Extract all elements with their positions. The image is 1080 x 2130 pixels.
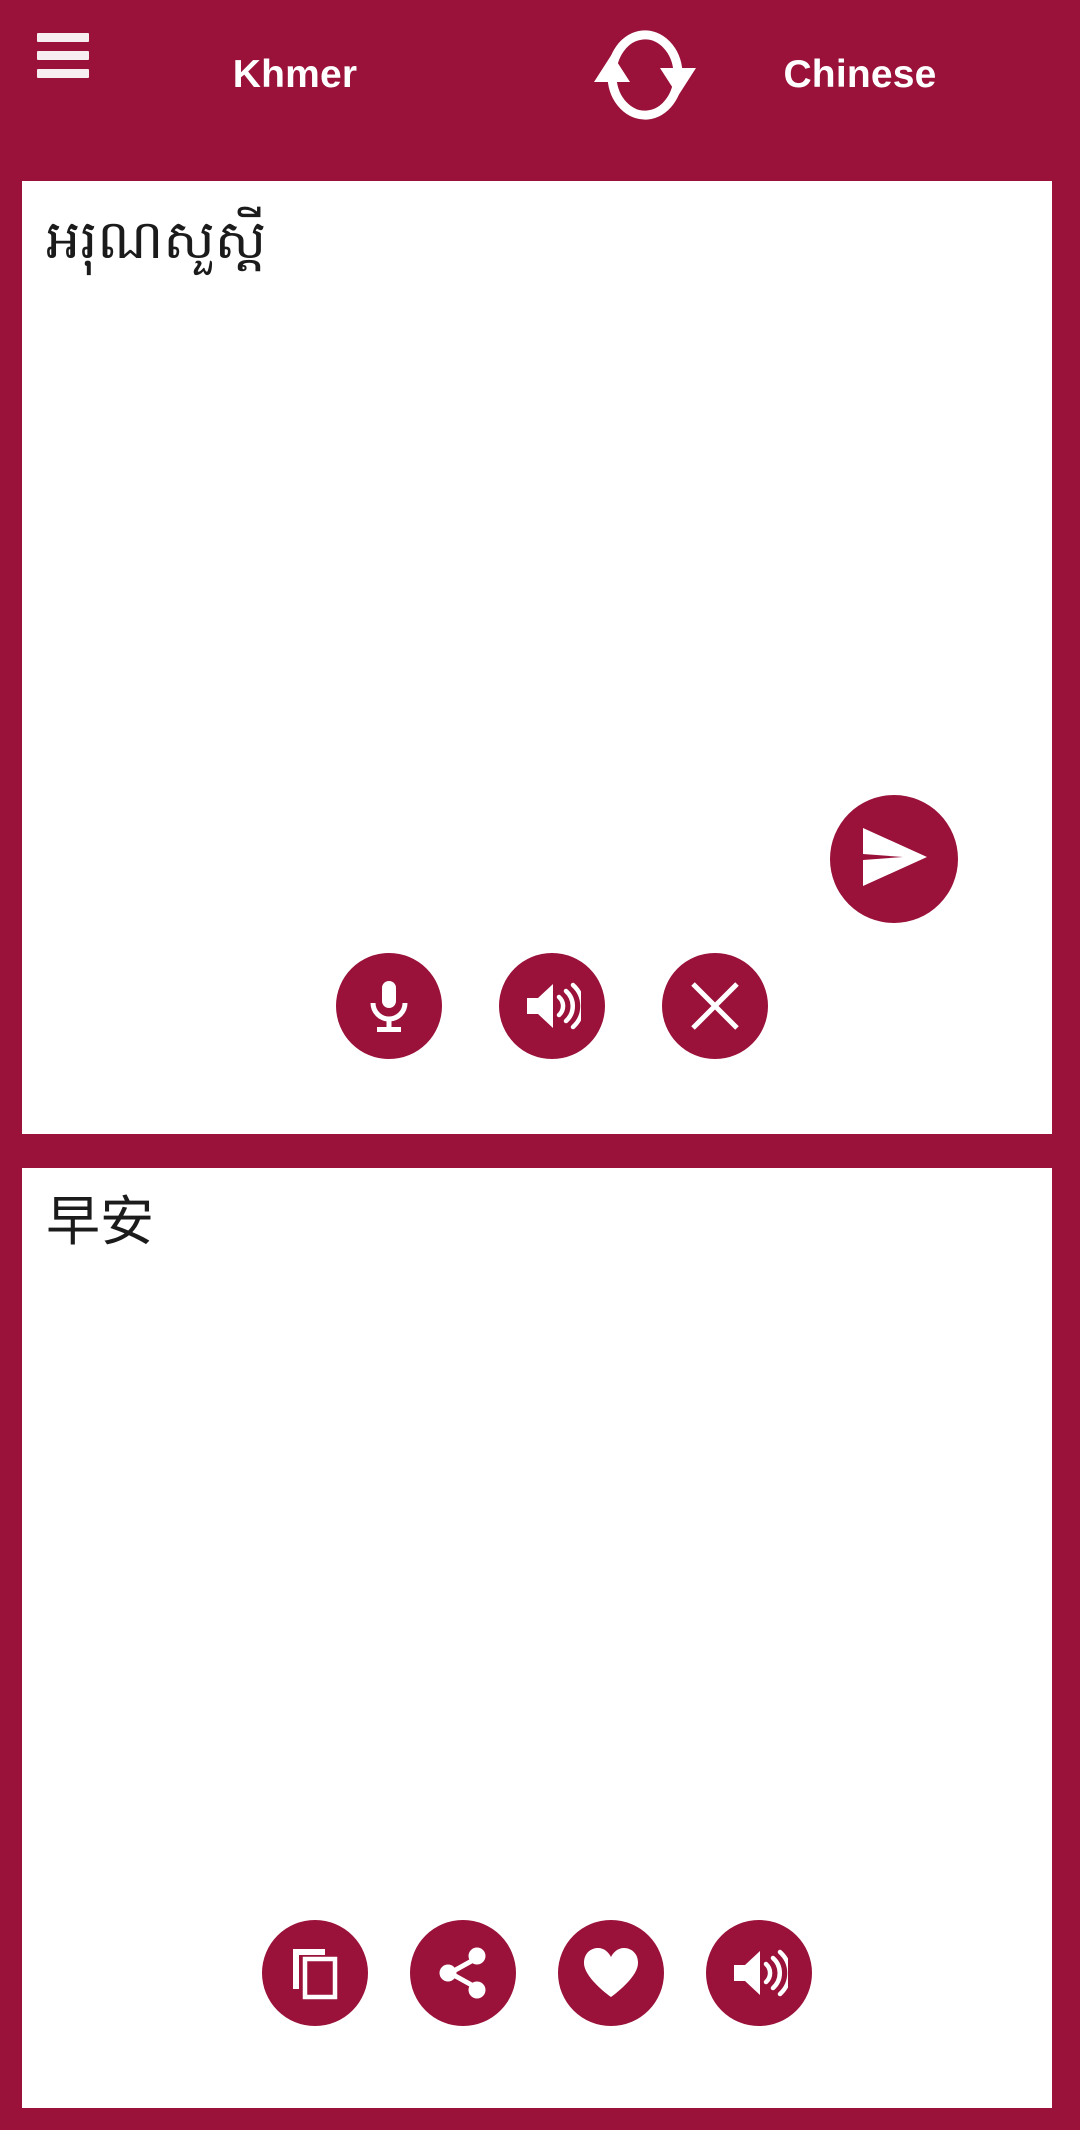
close-icon <box>687 978 743 1034</box>
send-button[interactable] <box>830 795 958 923</box>
speaker-icon <box>730 1947 788 1999</box>
target-action-bar <box>22 1893 1052 2053</box>
source-action-bar <box>22 921 1052 1091</box>
share-icon <box>435 1945 491 2001</box>
menu-bar-2 <box>37 51 89 60</box>
translation-body: អរុណសួស្តី 早安 <box>0 150 1080 2130</box>
speaker-icon <box>523 980 581 1032</box>
heart-icon <box>581 1946 641 2000</box>
microphone-icon <box>363 977 415 1035</box>
panel-divider <box>0 1140 1080 1170</box>
source-text[interactable]: អរុណសួស្តី <box>46 206 1006 274</box>
share-button[interactable] <box>410 1920 516 2026</box>
source-panel[interactable]: អរុណសួស្តី <box>22 181 1052 1134</box>
copy-icon <box>289 1945 341 2001</box>
favorite-button[interactable] <box>558 1920 664 2026</box>
copy-button[interactable] <box>262 1920 368 2026</box>
send-icon <box>855 822 933 897</box>
source-language-selector[interactable]: Khmer <box>205 0 385 150</box>
hamburger-menu-icon[interactable] <box>37 33 89 78</box>
target-language-label: Chinese <box>783 53 937 96</box>
target-panel[interactable]: 早安 <box>22 1168 1052 2108</box>
target-text: 早安 <box>46 1190 154 1253</box>
clear-source-button[interactable] <box>662 953 768 1059</box>
app-header: Khmer Chinese <box>0 0 1080 150</box>
microphone-button[interactable] <box>336 953 442 1059</box>
menu-bar-3 <box>37 69 89 78</box>
translator-app: Khmer Chinese អរុណសួស្តី 早安 <box>0 0 1080 2130</box>
source-language-label: Khmer <box>232 53 358 96</box>
menu-bar-1 <box>37 33 89 42</box>
target-language-selector[interactable]: Chinese <box>760 0 960 150</box>
swap-languages-icon[interactable] <box>590 22 700 128</box>
listen-target-button[interactable] <box>706 1920 812 2026</box>
listen-source-button[interactable] <box>499 953 605 1059</box>
